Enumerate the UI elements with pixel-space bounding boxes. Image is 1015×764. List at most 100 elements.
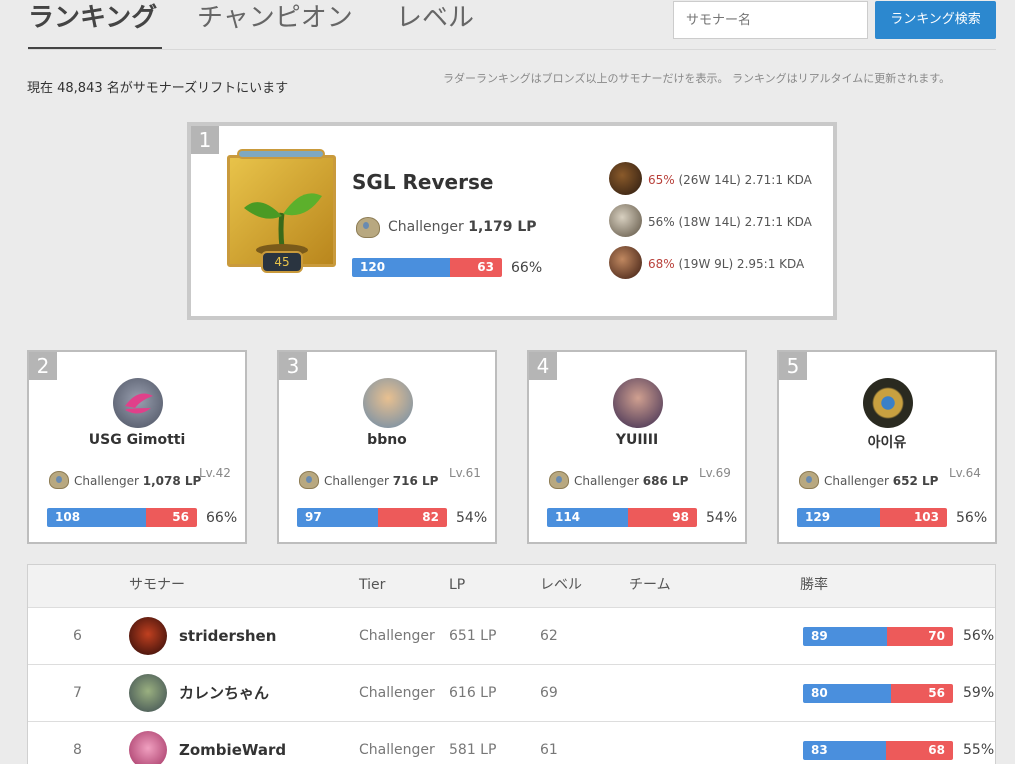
sprout-icon — [244, 193, 322, 256]
rank-5-card[interactable]: 5 아이유 Challenger 652 LP Lv.64 129 103 56… — [777, 350, 997, 544]
winrate-percent: 54% — [456, 510, 488, 526]
tier-info: Challenger 716 LP — [324, 474, 439, 488]
winloss-bar: 108 56 — [47, 508, 197, 527]
challenger-tier-icon — [49, 471, 69, 489]
table-row[interactable]: 6 stridershen Challenger 651 LP 62 89 70… — [28, 607, 995, 664]
champion-3-stats: 68% (19W 9L) 2.95:1 KDA — [648, 257, 805, 271]
avatar — [129, 731, 167, 764]
losses-segment: 70 — [887, 627, 953, 646]
winloss-bar: 89 70 — [803, 627, 953, 646]
rank-badge: 1 — [191, 126, 219, 154]
champion-1-icon — [609, 162, 642, 195]
winloss-bar: 120 63 — [352, 258, 502, 277]
row-level: 69 — [540, 685, 558, 701]
champion-1-stats: 65% (26W 14L) 2.71:1 KDA — [648, 173, 812, 187]
table-row[interactable]: 8 ZombieWard Challenger 581 LP 61 83 68 … — [28, 721, 995, 764]
losses-segment: 56 — [891, 684, 953, 703]
summoner-name[interactable]: USG Gimotti — [29, 432, 245, 448]
row-summoner-name[interactable]: stridershen — [179, 608, 276, 664]
row-rank: 7 — [73, 685, 82, 701]
wins-segment: 120 — [352, 258, 451, 277]
challenger-tier-icon — [549, 471, 569, 489]
row-rank: 8 — [73, 742, 82, 758]
wins-segment: 83 — [803, 741, 886, 760]
winloss-bar: 80 56 — [803, 684, 953, 703]
row-tier: Challenger — [359, 628, 435, 644]
tab-champion[interactable]: チャンピオン — [197, 0, 353, 36]
row-lp: 651 LP — [449, 628, 497, 644]
rank-3-card[interactable]: 3 bbno Challenger 716 LP Lv.61 97 82 54% — [277, 350, 497, 544]
row-rank: 6 — [73, 628, 82, 644]
row-tier: Challenger — [359, 685, 435, 701]
profile-icon-frame: 45 — [223, 149, 340, 273]
table-row[interactable]: 7 カレンちゃん Challenger 616 LP 69 80 56 59% — [28, 664, 995, 721]
header-level: レベル — [540, 577, 582, 593]
winrate-percent: 55% — [963, 742, 995, 758]
header-summoner: サモナー — [129, 577, 185, 593]
summoner-level: Lv.42 — [199, 466, 231, 480]
row-level: 62 — [540, 628, 558, 644]
winrate-percent: 66% — [511, 260, 543, 276]
wins-segment: 80 — [803, 684, 892, 703]
ranking-table: サモナー Tier LP レベル チーム 勝率 6 stridershen Ch… — [27, 564, 996, 764]
winrate-percent: 59% — [963, 685, 995, 701]
frame-crest — [237, 149, 325, 159]
rank-badge: 4 — [529, 352, 557, 380]
row-tier: Challenger — [359, 742, 435, 758]
avatar — [129, 674, 167, 712]
avatar — [863, 378, 913, 428]
summoner-name[interactable]: SGL Reverse — [352, 170, 493, 194]
summoner-count-text: 現在 48,843 名がサモナーズリフトにいます — [27, 81, 289, 96]
avatar — [129, 617, 167, 655]
tab-level[interactable]: レベル — [396, 0, 474, 36]
summoner-search-input[interactable] — [673, 1, 868, 39]
rank-badge: 5 — [779, 352, 807, 380]
avatar — [363, 378, 413, 428]
champion-2-stats: 56% (18W 14L) 2.71:1 KDA — [648, 215, 812, 229]
wins-segment: 114 — [547, 508, 628, 527]
tier-info: Challenger 1,179 LP — [388, 219, 537, 235]
header-lp: LP — [449, 577, 466, 593]
winloss-bar: 129 103 — [797, 508, 947, 527]
rank-badge: 3 — [279, 352, 307, 380]
header-team: チーム — [629, 577, 671, 593]
challenger-tier-icon — [299, 471, 319, 489]
row-summoner-name[interactable]: カレンちゃん — [179, 665, 269, 721]
winloss-bar: 83 68 — [803, 741, 953, 760]
losses-segment: 68 — [885, 741, 953, 760]
rank-2-card[interactable]: 2 USG Gimotti Challenger 1,078 LP Lv.42 … — [27, 350, 247, 544]
wins-segment: 89 — [803, 627, 887, 646]
losses-segment: 82 — [378, 508, 447, 527]
challenger-tier-icon — [799, 471, 819, 489]
header-winrate: 勝率 — [800, 577, 828, 593]
rank-4-card[interactable]: 4 YUIIII Challenger 686 LP Lv.69 114 98 … — [527, 350, 747, 544]
nav-divider — [28, 49, 996, 50]
summoner-level: Lv.69 — [699, 466, 731, 480]
tier-info: Challenger 1,078 LP — [74, 474, 202, 488]
losses-segment: 103 — [880, 508, 947, 527]
row-summoner-name[interactable]: ZombieWard — [179, 722, 286, 764]
rank-1-card[interactable]: 1 45 SGL Reverse Challenger 1,179 LP 120… — [187, 122, 837, 320]
summoner-name[interactable]: 아이유 — [779, 432, 995, 452]
champion-2-icon — [609, 204, 642, 237]
avatar — [613, 378, 663, 428]
header-tier: Tier — [359, 577, 386, 593]
ranking-search-button[interactable]: ランキング検索 — [875, 1, 996, 39]
wins-segment: 108 — [47, 508, 146, 527]
row-lp: 616 LP — [449, 685, 497, 701]
summoner-name[interactable]: YUIIII — [529, 432, 745, 448]
level-badge: 45 — [261, 251, 303, 273]
avatar — [113, 378, 163, 428]
wins-segment: 129 — [797, 508, 881, 527]
losses-segment: 98 — [627, 508, 697, 527]
ranking-note: ラダーランキングはブロンズ以上のサモナーだけを表示。 ランキングはリアルタイムに… — [443, 72, 951, 85]
summoner-level: Lv.64 — [949, 466, 981, 480]
challenger-tier-icon — [356, 217, 380, 238]
losses-segment: 63 — [450, 258, 502, 277]
summoner-name[interactable]: bbno — [279, 432, 495, 448]
winloss-bar: 97 82 — [297, 508, 447, 527]
winloss-bar: 114 98 — [547, 508, 697, 527]
tab-ranking[interactable]: ランキング — [28, 0, 157, 36]
logo-icon — [125, 393, 153, 414]
row-level: 61 — [540, 742, 558, 758]
